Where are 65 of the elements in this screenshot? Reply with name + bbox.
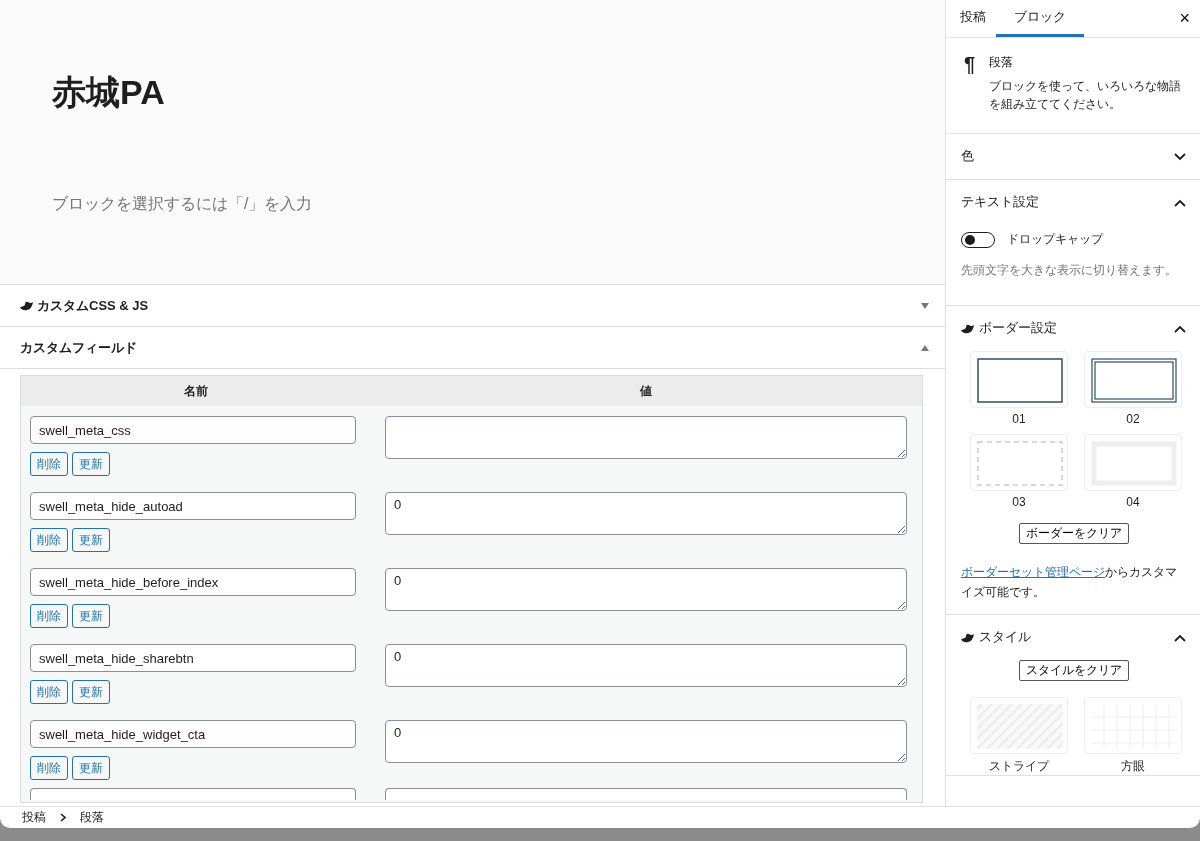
section-title[interactable]: スタイル [979, 629, 1031, 646]
panel-title[interactable]: カスタムCSS & JS [37, 296, 149, 315]
name-field[interactable]: swell_meta_hide_before_index [30, 568, 356, 596]
value-field[interactable]: 0 [385, 720, 907, 763]
option-label: 方眼 [1121, 758, 1145, 775]
paragraph-icon: ¶ [964, 54, 976, 113]
name-field[interactable]: swell_meta_hide_sharebtn [30, 644, 356, 672]
name-field[interactable]: swell_meta_css [30, 416, 356, 444]
column-header: 値 [370, 375, 923, 406]
update-button[interactable]: 更新 [72, 680, 110, 704]
name-field[interactable] [30, 788, 356, 800]
delete-button[interactable]: 削除 [30, 452, 68, 476]
delete-button[interactable]: 削除 [30, 528, 68, 552]
value-field[interactable] [385, 788, 907, 800]
chevron-icon [60, 813, 66, 822]
bird-icon [20, 300, 33, 311]
option-label: ストライプ [989, 758, 1049, 775]
style-option[interactable] [970, 351, 1068, 408]
post-title[interactable]: 赤城PA [52, 70, 893, 116]
delete-button[interactable]: 削除 [30, 756, 68, 780]
sidebar-tab[interactable]: ブロック [996, 0, 1084, 37]
close-button[interactable]: × [1179, 8, 1190, 29]
option-label: 03 [1012, 495, 1026, 509]
panel-title[interactable]: カスタムフィールド [20, 338, 137, 357]
chevron-icon[interactable] [1174, 198, 1186, 207]
delete-button[interactable]: 削除 [30, 680, 68, 704]
chevron-icon[interactable] [1174, 633, 1186, 642]
bird-icon [961, 632, 974, 643]
value-field[interactable]: 0 [385, 492, 907, 535]
help-text: 先頭文字を大きな表示に切り替えます。 [961, 262, 1178, 279]
name-field[interactable]: swell_meta_hide_widget_cta [30, 720, 356, 748]
value-field[interactable] [385, 416, 907, 459]
section-title[interactable]: ボーダー設定 [979, 320, 1057, 337]
option-label: 04 [1126, 495, 1140, 509]
triangle-icon[interactable] [921, 302, 929, 309]
update-button[interactable]: 更新 [72, 756, 110, 780]
block-placeholder[interactable]: ブロックを選択するには「/」を入力 [52, 194, 893, 215]
update-button[interactable]: 更新 [72, 604, 110, 628]
block-name: 段落 [989, 54, 1015, 71]
delete-button[interactable]: 削除 [30, 604, 68, 628]
breadcrumb-item[interactable]: 投稿 [22, 809, 46, 826]
section-title[interactable]: テキスト設定 [961, 194, 1039, 211]
block-description: ブロックを使って、いろいろな物語を組み立ててください。 [989, 78, 1182, 113]
sidebar-tab[interactable]: 投稿 [950, 0, 996, 37]
toggle-label: ドロップキャップ [1007, 231, 1103, 248]
chevron-icon[interactable] [1174, 152, 1186, 161]
section-title[interactable]: 色 [961, 148, 974, 165]
chevron-icon[interactable] [1174, 324, 1186, 333]
value-field[interactable]: 0 [385, 568, 907, 611]
breadcrumb-item[interactable]: 段落 [80, 809, 104, 826]
column-header: 名前 [20, 375, 370, 406]
note-text: ボーダーセット管理ページからカスタマイズ可能です。 [961, 564, 1178, 601]
toggle-switch[interactable] [961, 231, 995, 248]
clear-border-button[interactable]: ボーダーをクリア [1018, 523, 1129, 544]
style-option[interactable] [1084, 351, 1182, 408]
border-set-link[interactable]: ボーダーセット管理ページ [961, 565, 1105, 579]
value-field[interactable]: 0 [385, 644, 907, 687]
option-label: 02 [1126, 412, 1140, 426]
name-field[interactable]: swell_meta_hide_autoad [30, 492, 356, 520]
clear-style-button[interactable]: スタイルをクリア [1018, 660, 1129, 681]
update-button[interactable]: 更新 [72, 452, 110, 476]
bird-icon [961, 323, 974, 334]
triangle-icon[interactable] [921, 344, 929, 351]
update-button[interactable]: 更新 [72, 528, 110, 552]
option-label: 01 [1012, 412, 1026, 426]
